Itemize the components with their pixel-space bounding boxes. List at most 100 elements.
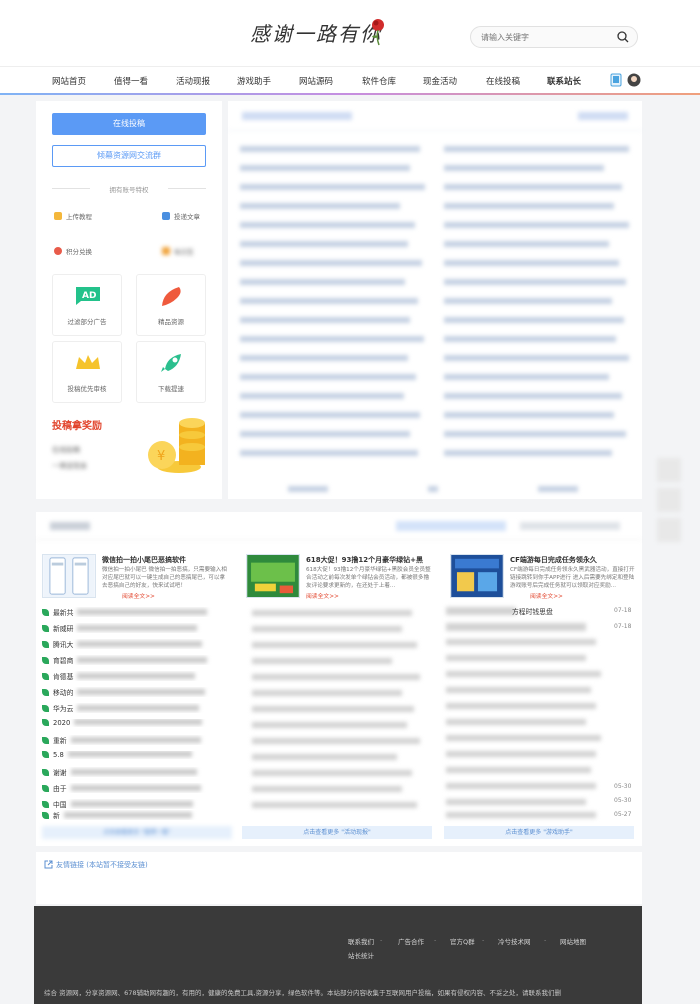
footer-separator: - — [380, 936, 383, 944]
upload-icon — [54, 212, 62, 220]
search-input[interactable] — [481, 27, 611, 47]
feature-readmore-1[interactable]: 阅读全文>> — [122, 591, 155, 600]
calendar-icon — [162, 247, 170, 255]
article-date: 07-18 — [614, 607, 632, 614]
feature-thumb-2 — [246, 554, 300, 598]
more-events-button[interactable]: 点击查看更多 "活动现报" — [242, 826, 432, 839]
article-item[interactable]: 由于 — [42, 783, 232, 793]
article-date: 05-27 — [614, 811, 632, 818]
tablet-icon[interactable] — [609, 73, 623, 87]
leaf-icon — [42, 769, 49, 776]
article-item[interactable]: 中国 — [42, 799, 232, 809]
feature-readmore-3[interactable]: 阅读全文>> — [530, 591, 563, 600]
feature-card-3[interactable]: CF端游每日完成任务领永久 CF端游每日完成任务领永久黑武器活动，直接打开链接跳… — [444, 552, 640, 602]
daily-signin-link[interactable]: 每日签 — [162, 246, 194, 256]
nav-item-events[interactable]: 活动现报 — [176, 75, 210, 87]
leaf-icon — [42, 673, 49, 680]
featured-section-header — [36, 512, 642, 540]
list-title-placeholder — [242, 112, 352, 120]
side-tool-3[interactable] — [657, 518, 681, 542]
feature-desc-2: 618大促！93撸12个月豪华绿钻+黑胶会员全员整合活动之前每次发单个绿钻会员活… — [306, 567, 431, 589]
reward-line-1: 在线投稿 — [52, 446, 80, 454]
nav-gradient-divider — [0, 93, 700, 95]
nav-item-submit[interactable]: 在线投稿 — [486, 75, 520, 87]
tile-download-speedup[interactable]: 下载提速 — [136, 341, 206, 403]
rocket-icon — [161, 354, 181, 372]
article-item[interactable]: 5.8 — [42, 751, 232, 759]
leaf-icon — [42, 609, 49, 616]
leaf-icon — [42, 641, 49, 648]
gold-coins-icon: ¥ — [148, 418, 205, 473]
feather-icon — [162, 287, 181, 306]
tile-premium-resources[interactable]: 精品资源 — [136, 274, 206, 336]
submit-post-button[interactable]: 在线投稿 — [52, 113, 206, 135]
article-date: 07-18 — [614, 623, 632, 630]
article-item[interactable] — [446, 623, 586, 631]
more-worth-reading-button[interactable]: 点击查看更多 "值得一看" — [42, 826, 232, 839]
nav-item-source-code[interactable]: 网站源码 — [299, 75, 333, 87]
leaf-icon — [42, 801, 49, 808]
friend-links-panel: 友情链接 (本站暂不接受友链) — [36, 852, 642, 904]
join-group-button[interactable]: 倾幕资源网交流群 — [52, 145, 206, 167]
article-item[interactable]: 最新共 — [42, 607, 232, 617]
nav-item-software[interactable]: 软件仓库 — [362, 75, 396, 87]
nav-item-contact[interactable]: 联系站长 — [547, 75, 581, 87]
side-tool-2[interactable] — [657, 488, 681, 512]
user-avatar-icon[interactable] — [627, 73, 641, 87]
nav-item-game-helper[interactable]: 游戏助手 — [237, 75, 271, 87]
article-item-right-title[interactable]: 方程时钱思盘 — [512, 606, 553, 616]
tile-priority-review[interactable]: 投稿优先审核 — [52, 341, 122, 403]
vip-icon — [54, 247, 62, 255]
feature-title-3[interactable]: CF端游每日完成任务领永久 — [510, 555, 640, 565]
feature-desc-3: CF端游每日完成任务领永久黑武器活动，直接打开链接跳转到你手APP进行 进入后需… — [510, 567, 635, 589]
footer-link-stats[interactable]: 站长统计 — [348, 950, 374, 960]
article-item[interactable]: 华为云 — [42, 703, 232, 713]
article-item[interactable]: 重新 — [42, 735, 232, 745]
rose-logo-icon — [372, 19, 384, 46]
article-item[interactable]: 肯德基 — [42, 671, 232, 681]
post-article-link[interactable]: 投递文章 — [162, 211, 200, 221]
crown-icon — [76, 355, 100, 369]
footer-link-ads[interactable]: 广告合作 — [398, 936, 424, 946]
document-icon — [162, 212, 170, 220]
feature-card-1[interactable]: 微信拍一拍小尾巴恶搞软件 微信拍一拍小尾巴 微信拍一拍恶搞，只需要输入相对应尾巴… — [36, 552, 232, 602]
article-item[interactable]: 新威研 — [42, 623, 232, 633]
footer-separator: - — [544, 936, 547, 944]
leaf-icon — [42, 657, 49, 664]
footer-link-contact[interactable]: 联系我们 — [348, 936, 374, 946]
search-icon[interactable] — [617, 31, 629, 43]
article-item[interactable]: 育碧商 — [42, 655, 232, 665]
svg-text:AD: AD — [82, 291, 96, 301]
leaf-icon — [42, 719, 49, 726]
footer-link-sitemap[interactable]: 网站地图 — [560, 936, 586, 946]
feature-title-1[interactable]: 微信拍一拍小尾巴恶搞软件 — [102, 555, 232, 565]
article-item[interactable]: 2020 — [42, 719, 232, 727]
nav-item-cash[interactable]: 现金活动 — [423, 75, 457, 87]
leaf-icon — [42, 812, 49, 819]
leaf-icon — [42, 689, 49, 696]
points-exchange-link[interactable]: 积分兑换 — [54, 246, 92, 256]
upload-tutorial-link[interactable]: 上传教程 — [54, 211, 92, 221]
nav-item-home[interactable]: 网站首页 — [52, 75, 86, 87]
featured-section: 微信拍一拍小尾巴恶搞软件 微信拍一拍小尾巴 微信拍一拍恶搞，只需要输入相对应尾巴… — [36, 512, 642, 846]
site-logo[interactable]: 感谢一路有你 — [250, 18, 382, 47]
article-item[interactable] — [446, 607, 516, 615]
tile-filter-ads[interactable]: AD 过滤部分广告 — [52, 274, 122, 336]
reward-line-2: 一律送现金 — [52, 462, 87, 470]
article-item[interactable]: 新 — [42, 810, 232, 820]
more-game-helper-button[interactable]: 点击查看更多 "游戏助手" — [444, 826, 634, 839]
search-box[interactable] — [470, 26, 638, 48]
feature-card-2[interactable]: 618大促！93撸12个月豪华绿钻+黑 618大促！93撸12个月豪华绿钻+黑胶… — [240, 552, 436, 602]
main-nav: 网站首页 值得一看 活动现报 游戏助手 网站源码 软件仓库 现金活动 在线投稿 … — [0, 66, 700, 94]
article-item[interactable]: 腾讯大 — [42, 639, 232, 649]
privilege-title: 拥有账号特权 — [52, 184, 206, 194]
nav-item-worth-reading[interactable]: 值得一看 — [114, 75, 148, 87]
article-item[interactable]: 谢谢 — [42, 767, 232, 777]
feature-title-2[interactable]: 618大促！93撸12个月豪华绿钻+黑 — [306, 555, 436, 565]
reward-title: 投稿拿奖励 — [52, 421, 102, 432]
footer-link-tech[interactable]: 冷兮技术网 — [498, 936, 531, 946]
ad-block-icon: AD — [76, 287, 100, 305]
side-tool-1[interactable] — [657, 458, 681, 482]
article-item[interactable]: 移动的 — [42, 687, 232, 697]
footer-link-qq-group[interactable]: 官方Q群 — [450, 936, 475, 946]
